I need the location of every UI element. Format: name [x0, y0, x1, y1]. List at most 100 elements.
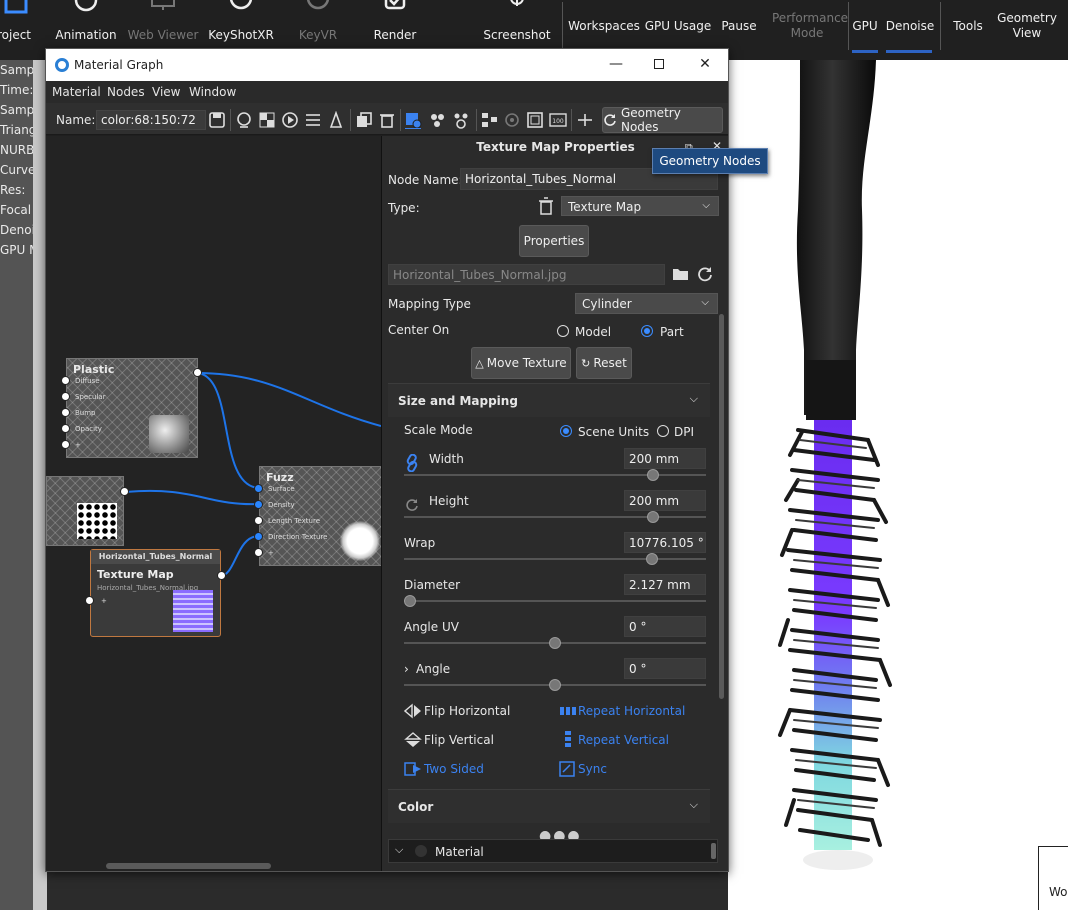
center-icon[interactable] [503, 111, 521, 129]
center-on-model-radio[interactable] [557, 325, 569, 337]
scale-mode-dpi-radio[interactable] [657, 425, 669, 437]
web-viewer-button[interactable]: Web Viewer [128, 0, 198, 52]
link-icon[interactable] [404, 454, 420, 472]
minimize-button[interactable]: — [603, 53, 629, 75]
texture-icon[interactable] [258, 111, 276, 129]
fit-view-icon[interactable] [526, 111, 544, 129]
delete-icon[interactable] [378, 111, 396, 129]
reload-icon[interactable] [697, 266, 713, 282]
menu-view[interactable]: View [152, 85, 180, 99]
render-button[interactable]: Render [370, 0, 420, 52]
viewport-corner-widget[interactable]: Wo [1038, 846, 1068, 910]
material-name-input[interactable]: color:68:150:72 [96, 110, 206, 130]
denoise-toggle[interactable]: Denoise [884, 0, 936, 52]
direction-texture-pin[interactable] [254, 532, 263, 541]
project-button[interactable]: roject [0, 0, 31, 52]
menu-material[interactable]: Material [52, 85, 101, 99]
node-graph-canvas[interactable]: Plastic Diffuse Specular Bump Opacity + … [46, 136, 381, 871]
density-pin[interactable] [254, 500, 263, 509]
geometry-nodes-button[interactable]: Geometry Nodes [602, 106, 723, 134]
zoom-100-icon[interactable]: 100 [549, 111, 567, 129]
plastic-node[interactable]: Plastic Diffuse Specular Bump Opacity + [61, 358, 202, 458]
angle-expand-icon[interactable]: › [404, 662, 409, 676]
properties-vertical-scrollbar[interactable] [719, 314, 724, 699]
two-sided-toggle[interactable]: Two Sided [424, 762, 484, 776]
length-texture-pin[interactable] [254, 516, 263, 525]
close-button[interactable]: ✕ [692, 53, 718, 75]
width-slider-track[interactable] [404, 474, 706, 476]
mapping-type-select[interactable]: Cylinder ⌵ [575, 293, 718, 314]
animation-button[interactable]: Animation [55, 0, 117, 52]
repeat-vertical-toggle[interactable]: Repeat Vertical [578, 733, 669, 747]
render-viewport[interactable] [728, 60, 1068, 910]
flip-horizontal-toggle[interactable]: Flip Horizontal [424, 704, 510, 718]
material-ball-icon[interactable] [235, 111, 253, 129]
height-slider-track[interactable] [404, 516, 706, 518]
angle-input[interactable]: 0 ° [624, 658, 706, 679]
wrap-slider-handle[interactable] [646, 553, 658, 565]
gpu-toggle[interactable]: GPU [850, 0, 880, 52]
chevron-down-icon[interactable]: ⌵ [395, 843, 403, 857]
menu-window[interactable]: Window [189, 85, 236, 99]
pause-button[interactable]: Pause [716, 0, 762, 52]
fuzz-node[interactable]: Fuzz Surface Density Length Texture Dire… [254, 466, 381, 566]
scale-mode-scene-units-radio[interactable] [560, 425, 572, 437]
height-slider-handle[interactable] [647, 511, 659, 523]
angle-slider-handle[interactable] [549, 679, 561, 691]
color-section-header[interactable]: Color ⌵ [388, 789, 710, 823]
adjustments-icon[interactable] [304, 111, 322, 129]
repeat-horizontal-toggle[interactable]: Repeat Horizontal [578, 704, 685, 718]
fuzz-add-pin[interactable] [254, 548, 263, 557]
node-view-icon[interactable] [428, 111, 446, 129]
reset-button[interactable]: ↻ Reset [576, 347, 632, 379]
texture-map-output-pin[interactable] [217, 571, 226, 580]
diffuse-pin[interactable] [61, 376, 70, 385]
delete-node-icon[interactable] [538, 197, 554, 215]
plastic-add-pin[interactable] [61, 440, 70, 449]
width-slider-handle[interactable] [647, 469, 659, 481]
angle-uv-input[interactable]: 0 ° [624, 616, 706, 637]
wrap-slider-track[interactable] [404, 558, 706, 560]
plastic-output-pin[interactable] [193, 368, 202, 377]
surface-pin[interactable] [254, 484, 263, 493]
bump-pin[interactable] [61, 408, 70, 417]
material-selector-bar[interactable]: ⌵ Material [388, 839, 718, 863]
graph-horizontal-scrollbar[interactable] [106, 863, 271, 869]
diameter-input[interactable]: 2.127 mm [624, 574, 706, 595]
menu-nodes[interactable]: Nodes [107, 85, 145, 99]
gpu-usage-button[interactable]: GPU Usage [644, 0, 712, 52]
window-titlebar[interactable]: Material Graph — ✕ [46, 49, 728, 81]
tools-button[interactable]: Tools [946, 0, 990, 52]
keyvr-button[interactable]: KeyVR [296, 0, 340, 52]
node-settings-icon[interactable] [452, 111, 470, 129]
height-input[interactable]: 200 mm [624, 490, 706, 511]
geometry-view-button[interactable]: Geometry View [994, 0, 1060, 52]
move-texture-button[interactable]: △ Move Texture [471, 347, 571, 379]
split-icon[interactable] [576, 111, 594, 129]
save-icon[interactable] [208, 111, 226, 129]
texture-map-node[interactable]: Horizontal_Tubes_Normal Texture Map Hori… [85, 549, 226, 637]
copy-icon[interactable] [355, 111, 373, 129]
arrange-icon[interactable] [480, 111, 498, 129]
maximize-button[interactable] [646, 53, 672, 75]
keyshotxr-button[interactable]: KeyShotXR [208, 0, 274, 52]
animation-node-icon[interactable] [281, 111, 299, 129]
specular-pin[interactable] [61, 392, 70, 401]
open-folder-icon[interactable] [672, 267, 690, 281]
material-view-icon[interactable] [404, 111, 422, 129]
flip-vertical-toggle[interactable]: Flip Vertical [424, 733, 494, 747]
opacity-pin[interactable] [61, 424, 70, 433]
wrap-input[interactable]: 10776.105 ° [624, 532, 706, 553]
geometry-node-icon[interactable] [327, 111, 345, 129]
performance-mode-button[interactable]: Performance Mode [766, 0, 848, 52]
screenshot-button[interactable]: Screenshot [483, 0, 551, 52]
pattern-output-pin[interactable] [120, 487, 129, 496]
refresh-link-icon[interactable] [404, 497, 420, 513]
diameter-slider-handle[interactable] [404, 595, 416, 607]
texture-map-input-pin[interactable] [85, 596, 94, 605]
material-scrollbar[interactable] [711, 843, 716, 859]
workspaces-button[interactable]: Workspaces [568, 0, 640, 52]
size-mapping-section-header[interactable]: Size and Mapping ⌵ [388, 383, 710, 417]
center-on-part-radio[interactable] [641, 325, 653, 337]
diameter-slider-track[interactable] [404, 600, 706, 602]
